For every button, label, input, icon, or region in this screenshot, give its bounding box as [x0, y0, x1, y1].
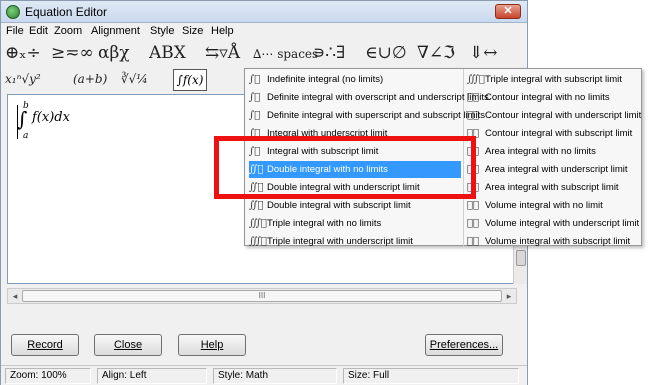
fraction-template-button[interactable]: ∛√¼	[121, 72, 148, 92]
menu-item-left-8[interactable]: ∭⃞Triple integral with no limits	[249, 215, 461, 232]
integral-template-icon: ∮⃞	[467, 92, 480, 103]
menu-item-label: Area integral with underscript limit	[485, 164, 628, 175]
menu-item-right-3[interactable]: ∮⃞ Contour integral with subscript limit	[467, 125, 639, 142]
menu-item-left-0[interactable]: ∫⃞ Indefinite integral (no limits)	[249, 71, 461, 88]
close-window-button[interactable]: ✕	[495, 4, 521, 19]
menu-item-label: Indefinite integral (no limits)	[267, 74, 384, 85]
fence-template-button[interactable]: (a+b)	[73, 72, 107, 92]
menu-item-label: Double integral with subscript limit	[267, 200, 411, 211]
menu-item-left-9[interactable]: ∭⃞Triple integral with underscript limit	[249, 233, 461, 250]
menu-item-right-7[interactable]: ∰⃞ Volume integral with no limit	[467, 197, 639, 214]
lower-limit[interactable]: a	[23, 131, 28, 141]
menu-item-label: Triple integral with underscript limit	[267, 236, 413, 247]
menu-size[interactable]: Size	[182, 25, 203, 37]
menu-item-left-1[interactable]: ∫⃞ Definite integral with overscript and …	[249, 89, 489, 106]
upper-limit[interactable]: b	[23, 101, 29, 111]
preferences-button[interactable]: Preferences...	[425, 334, 503, 356]
menu-item-label: Area integral with no limits	[485, 146, 596, 157]
menu-style[interactable]: Style	[150, 25, 174, 37]
horizontal-scrollbar[interactable]: ◂ III ▸	[7, 288, 517, 304]
horizontal-scroll-thumb[interactable]: III	[22, 290, 502, 302]
menu-item-right-9[interactable]: ∰⃞ Volume integral with subscript limit	[467, 233, 639, 250]
app-icon	[6, 5, 20, 19]
menu-item-right-1[interactable]: ∮⃞ Contour integral with no limits	[467, 89, 639, 106]
set-palette-button[interactable]: ∈∪∅	[365, 43, 407, 65]
menu-item-label: Contour integral with subscript limit	[485, 128, 633, 139]
scroll-left-arrow-icon[interactable]: ◂	[9, 290, 21, 302]
menu-item-left-2[interactable]: ∫⃞ Definite integral with superscript and…	[249, 107, 485, 124]
integral-template-icon: ∰⃞	[467, 218, 480, 229]
spaces-palette-button[interactable]: ∆⋯ spaces	[253, 47, 318, 69]
script-template-button[interactable]: x₁ⁿ√y²	[5, 72, 41, 92]
title-bar: Equation Editor ✕	[1, 1, 527, 23]
relation-palette-button[interactable]: ≥≂∞	[51, 43, 94, 65]
menu-item-label: Triple integral with subscript limit	[485, 74, 622, 85]
integral-template-icon: ∮⃞	[467, 110, 480, 121]
menu-file[interactable]: File	[6, 25, 24, 37]
menu-item-label: Volume integral with underscript limit	[485, 218, 640, 229]
integrand[interactable]: f(x)dx	[32, 110, 70, 125]
integral-template-icon: ∰⃞	[467, 200, 480, 211]
menu-item-right-5[interactable]: ∯⃞ Area integral with underscript limit	[467, 161, 639, 178]
greek-upper-palette-button[interactable]: ΑΒΧ	[149, 43, 186, 65]
menu-bar: File Edit Zoom Alignment Style Size Help	[1, 23, 527, 41]
scroll-right-arrow-icon[interactable]: ▸	[503, 290, 515, 302]
menu-edit[interactable]: Edit	[29, 25, 48, 37]
integral-template-icon: ∫⃞	[249, 110, 261, 121]
menu-item-label: Volume integral with no limit	[485, 200, 603, 211]
status-zoom: Zoom: 100%	[5, 368, 91, 384]
symbol-palette-row: ⊕ₓ÷ ≥≂∞ αβχ ΑΒΧ ⇆▿Å ∆⋯ spaces ∍∴∃ ∈∪∅ ∇∠…	[3, 41, 525, 67]
menu-item-right-6[interactable]: ∯⃞ Area integral with subscript limit	[467, 179, 639, 196]
help-button[interactable]: Help	[178, 334, 246, 356]
menu-item-label: Contour integral with no limits	[485, 92, 610, 103]
menu-item-label: Definite integral with overscript and un…	[267, 92, 489, 103]
menu-item-left-7[interactable]: ∬⃞ Double integral with subscript limit	[249, 197, 461, 214]
status-style: Style: Math	[213, 368, 337, 384]
integral-template-icon: ∭⃞	[249, 218, 267, 229]
integral-template-icon: ∬⃞	[249, 200, 264, 211]
logic-palette-button[interactable]: ∍∴∃	[313, 43, 345, 65]
menu-item-right-0[interactable]: ∭⃞Triple integral with subscript limit	[467, 71, 639, 88]
menu-help[interactable]: Help	[211, 25, 234, 37]
menu-item-right-8[interactable]: ∰⃞ Volume integral with underscript limit	[467, 215, 639, 232]
status-size: Size: Full	[343, 368, 519, 384]
menu-item-right-4[interactable]: ∯⃞ Area integral with no limits	[467, 143, 639, 160]
operator-palette-button[interactable]: ⊕ₓ÷	[5, 43, 41, 65]
menu-item-label: Triple integral with no limits	[267, 218, 382, 229]
menu-item-label: Volume integral with subscript limit	[485, 236, 631, 247]
highlight-annotation	[214, 136, 476, 199]
close-button[interactable]: Close	[94, 334, 162, 356]
arrow-palette-button[interactable]: ⇆▿Å	[205, 43, 240, 65]
integral-template-icon: ∫⃞	[249, 74, 261, 85]
arrows-palette-button[interactable]: ⇓↔	[469, 43, 498, 65]
menu-item-right-2[interactable]: ∮⃞ Contour integral with underscript limi…	[467, 107, 642, 124]
vertical-scroll-thumb[interactable]	[516, 250, 526, 266]
menu-zoom[interactable]: Zoom	[54, 25, 82, 37]
menu-item-label: Contour integral with underscript limit	[485, 110, 642, 121]
record-button[interactable]: Record	[11, 334, 79, 356]
window-title: Equation Editor	[25, 5, 108, 19]
integral-template-button[interactable]: ∫f(x)	[173, 69, 207, 91]
integral-template-icon: ∭⃞	[467, 74, 485, 85]
misc-palette-button[interactable]: ∇∠ℑ	[417, 43, 455, 65]
menu-alignment[interactable]: Alignment	[91, 25, 140, 37]
integral-template-icon: ∫⃞	[249, 92, 261, 103]
integral-template-icon: ∭⃞	[249, 236, 267, 247]
greek-lower-palette-button[interactable]: αβχ	[98, 43, 130, 65]
menu-item-label: Definite integral with superscript and s…	[267, 110, 486, 121]
status-align: Align: Left	[97, 368, 207, 384]
status-bar: Zoom: 100% Align: Left Style: Math Size:…	[1, 365, 527, 385]
integral-template-icon: ∰⃞	[467, 236, 480, 247]
menu-item-label: Area integral with subscript limit	[485, 182, 619, 193]
